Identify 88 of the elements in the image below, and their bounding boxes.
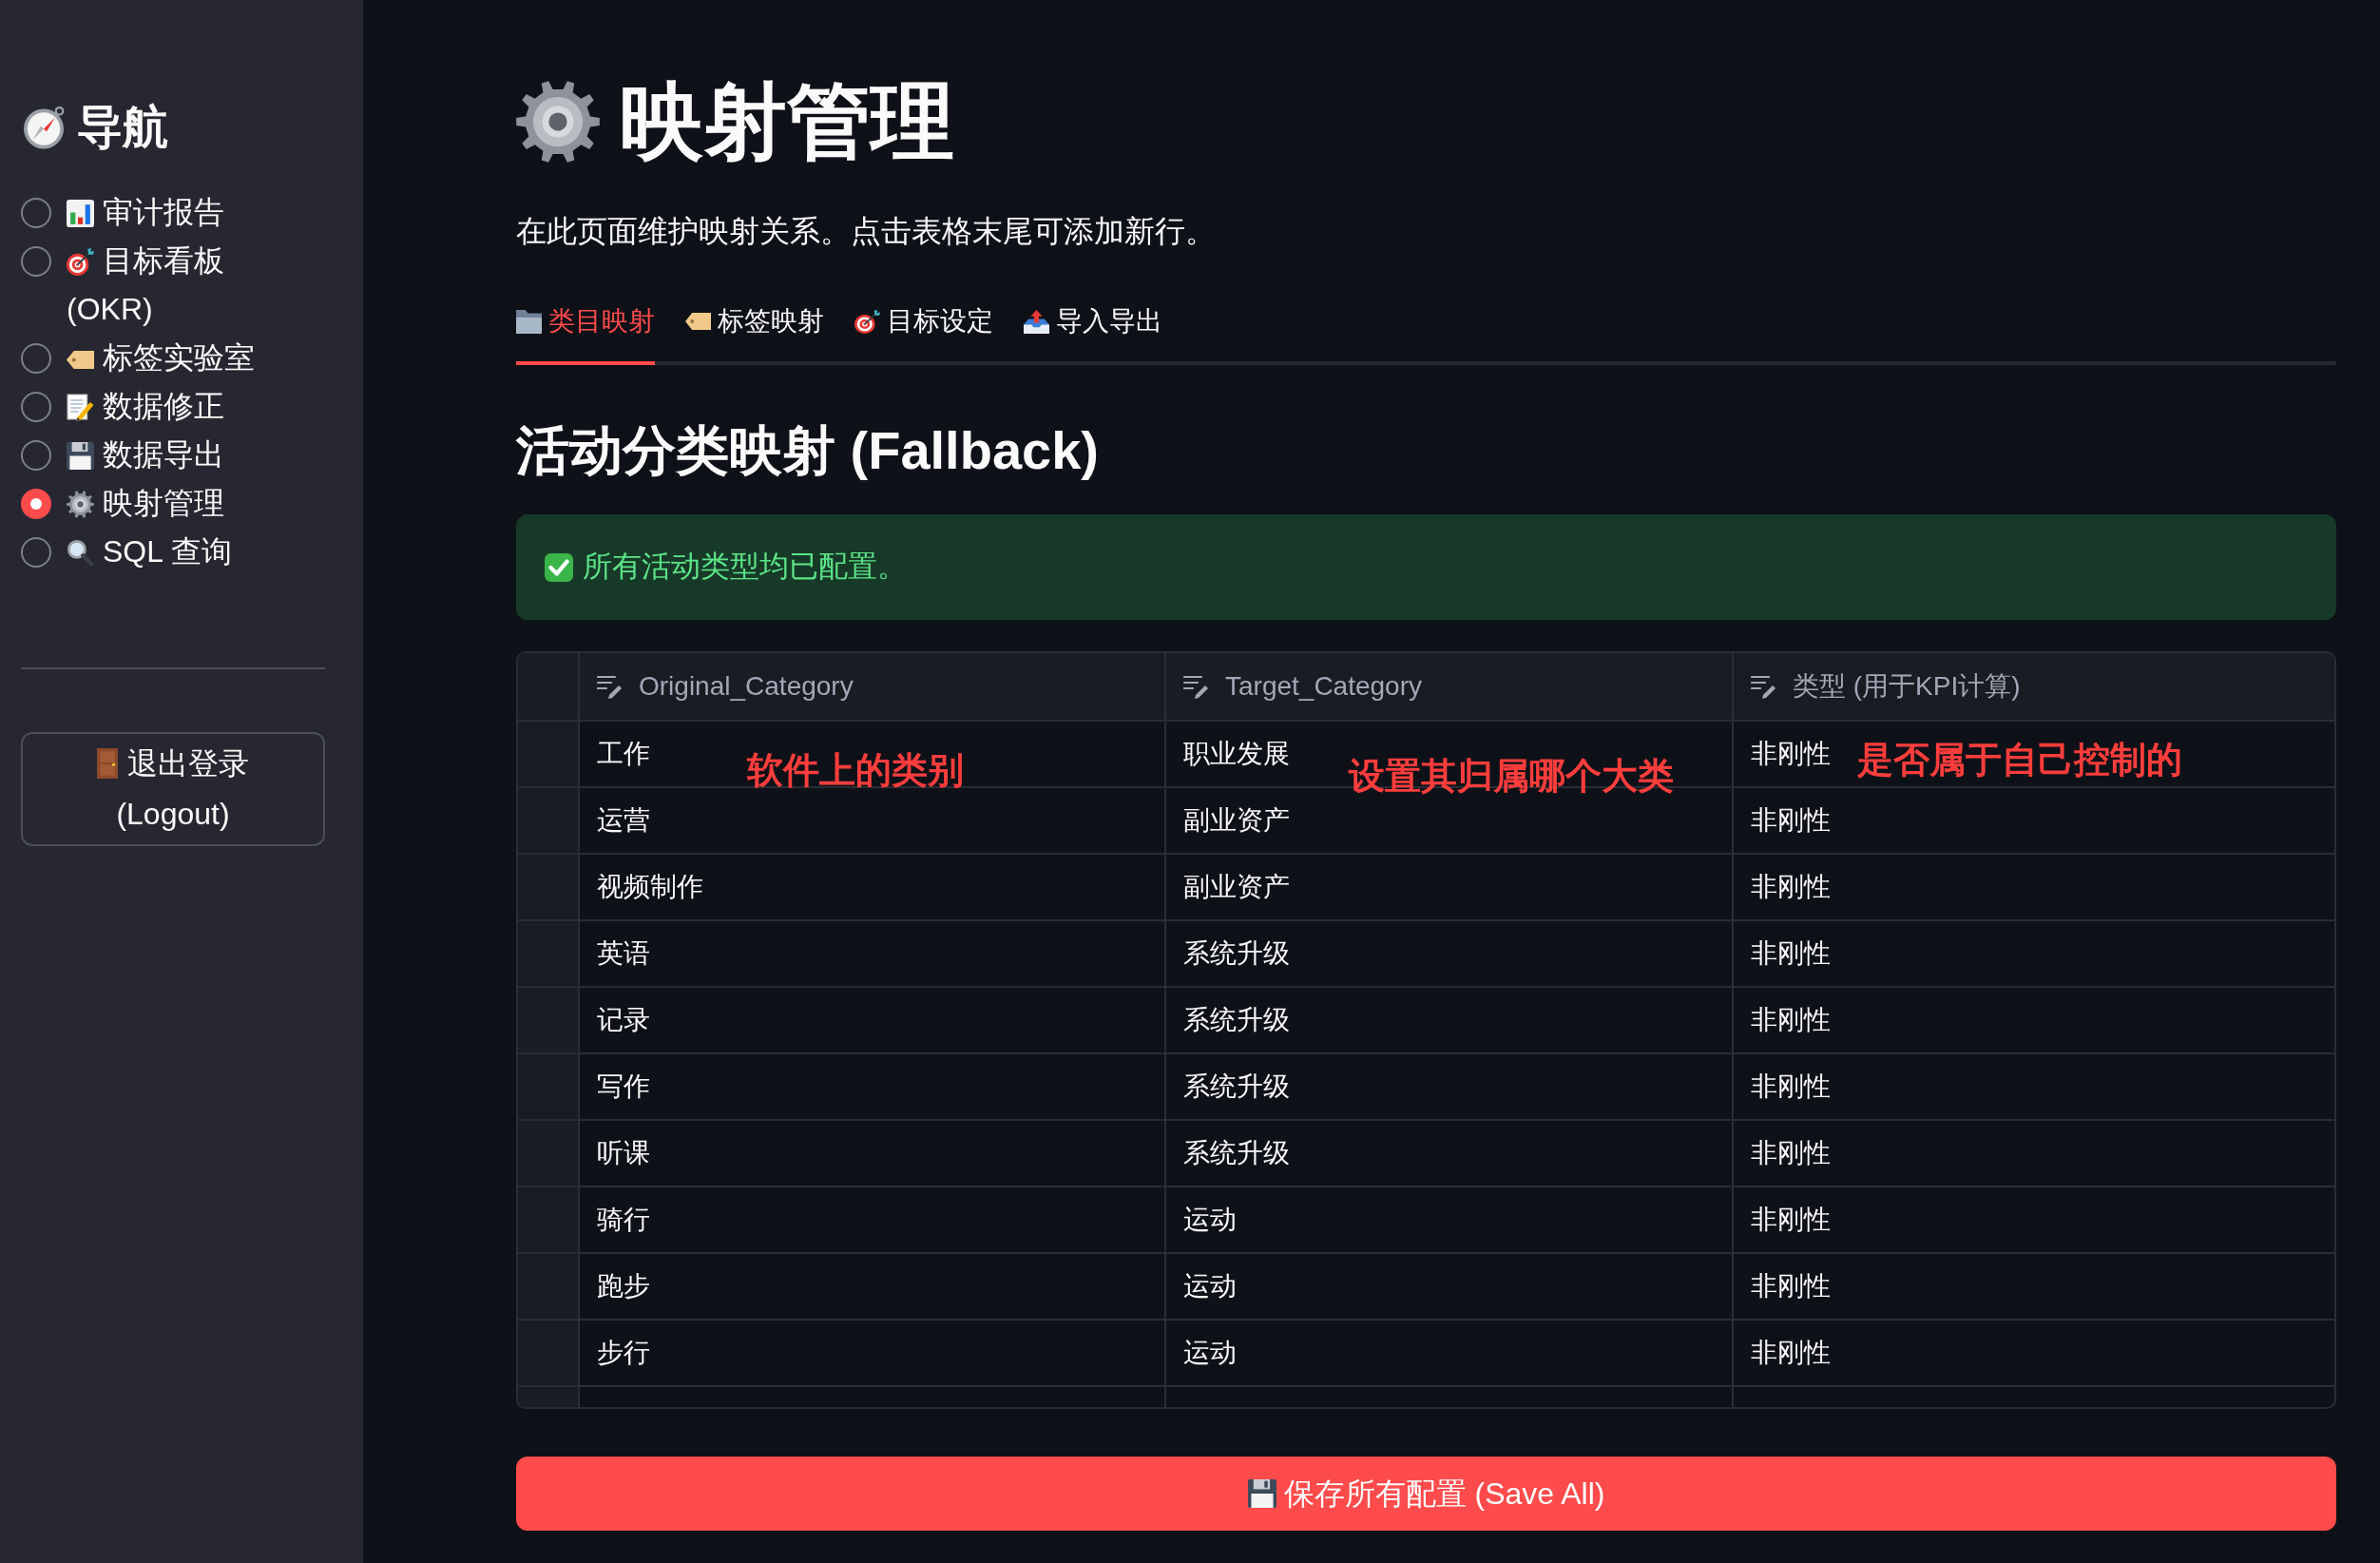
dart-target-icon	[854, 309, 880, 334]
table-value[interactable]: 写作	[597, 1067, 650, 1107]
search-icon	[67, 539, 94, 567]
nav-item[interactable]: SQL 查询	[67, 528, 287, 576]
radio-button[interactable]	[21, 536, 51, 568]
radio-button[interactable]	[21, 391, 51, 422]
row-header[interactable]	[518, 1387, 580, 1407]
tab[interactable]: 导入导出	[1024, 295, 1162, 365]
table-value[interactable]: 系统升级	[1183, 1000, 1290, 1040]
check-icon	[545, 552, 573, 582]
success-message: 所有活动类型均已配置。	[583, 549, 907, 586]
annotation-text: 软件上的类别	[747, 750, 964, 790]
tray-arrow-icon	[1024, 309, 1049, 334]
nav-item[interactable]: 映射管理	[67, 479, 287, 528]
row-header[interactable]	[518, 722, 580, 786]
memo-pencil-icon	[67, 394, 94, 421]
row-header[interactable]	[518, 1254, 580, 1319]
table-value[interactable]: 非刚性	[1751, 1133, 1831, 1173]
table-value[interactable]: 运动	[1183, 1333, 1237, 1373]
row-header[interactable]	[518, 1121, 580, 1186]
table-value[interactable]: 副业资产	[1183, 801, 1290, 840]
table-value[interactable]: 工作	[597, 734, 650, 774]
table-value[interactable]: 运动	[1183, 1200, 1237, 1240]
edit-column-icon	[1751, 674, 1776, 699]
folder-icon	[516, 309, 542, 334]
table-value[interactable]: 记录	[597, 1000, 650, 1040]
table-value[interactable]: 骑行	[597, 1200, 650, 1240]
dart-target-icon	[67, 248, 94, 276]
row-header[interactable]	[518, 1187, 580, 1252]
nav-item[interactable]: 数据导出	[67, 431, 287, 479]
table-value[interactable]: 副业资产	[1183, 867, 1290, 907]
nav-item[interactable]: 目标看板 (OKR)	[67, 237, 287, 334]
table-value[interactable]: 听课	[597, 1133, 650, 1173]
gear-icon	[516, 80, 600, 164]
column-header[interactable]: Target_Category	[1225, 666, 1422, 706]
table-value[interactable]: 英语	[597, 934, 650, 974]
page-description: 在此页面维护映射关系。点击表格末尾可添加新行。	[516, 213, 1217, 250]
annotation-text: 设置其归属哪个大类	[1349, 756, 1674, 796]
row-header[interactable]	[518, 988, 580, 1052]
section-title: 活动分类映射 (Fallback)	[516, 419, 1100, 482]
radio-button[interactable]	[21, 342, 51, 374]
radio-button[interactable]	[21, 488, 51, 519]
row-header[interactable]	[518, 788, 580, 853]
gear-icon	[67, 491, 94, 518]
table-value[interactable]: 运动	[1183, 1266, 1237, 1306]
table-value[interactable]: 视频制作	[597, 867, 703, 907]
table-value[interactable]: 系统升级	[1183, 1133, 1290, 1173]
column-header[interactable]: 类型 (用于KPI计算)	[1793, 666, 2021, 706]
page-title: 映射管理	[620, 73, 954, 170]
door-icon	[97, 748, 118, 779]
tab[interactable]: 目标设定	[854, 295, 993, 365]
row-header[interactable]	[518, 1054, 580, 1119]
table-value[interactable]: 非刚性	[1751, 801, 1831, 840]
table-value[interactable]: 非刚性	[1751, 1333, 1831, 1373]
table-value[interactable]: 非刚性	[1751, 1067, 1831, 1107]
table-value[interactable]: 非刚性	[1751, 734, 1831, 774]
row-header[interactable]	[518, 1321, 580, 1385]
tag-icon	[67, 351, 94, 369]
table-value[interactable]: 跑步	[597, 1266, 650, 1306]
table-value[interactable]: 运营	[597, 801, 650, 840]
bar-chart-icon	[67, 200, 94, 227]
logout-button[interactable]: 退出登录 (Logout)	[21, 732, 325, 846]
edit-column-icon	[1183, 674, 1209, 699]
tab[interactable]: 标签映射	[685, 295, 824, 365]
table-value[interactable]: 非刚性	[1751, 867, 1831, 907]
radio-button[interactable]	[21, 245, 51, 277]
compass-icon	[21, 105, 67, 150]
row-header[interactable]	[518, 921, 580, 986]
table-value[interactable]: 系统升级	[1183, 934, 1290, 974]
nav-item[interactable]: 审计报告	[67, 188, 287, 237]
column-header[interactable]: Original_Category	[639, 666, 854, 706]
table-value[interactable]: 非刚性	[1751, 1000, 1831, 1040]
edit-column-icon	[597, 674, 623, 699]
table-value[interactable]: 非刚性	[1751, 934, 1831, 974]
table-value[interactable]: 职业发展	[1183, 734, 1290, 774]
tag-icon	[685, 313, 711, 330]
row-header[interactable]	[518, 855, 580, 919]
radio-button[interactable]	[21, 439, 51, 471]
table-value[interactable]: 非刚性	[1751, 1266, 1831, 1306]
nav-item[interactable]: 数据修正	[67, 382, 287, 431]
table-value[interactable]: 非刚性	[1751, 1200, 1831, 1240]
annotation-text: 是否属于自己控制的	[1857, 740, 2182, 780]
sidebar-title: 导航	[77, 101, 168, 154]
tab[interactable]: 类目映射	[516, 295, 655, 365]
radio-button[interactable]	[21, 197, 51, 228]
table-value[interactable]: 系统升级	[1183, 1067, 1290, 1107]
nav-item[interactable]: 标签实验室	[67, 334, 287, 382]
table-value[interactable]: 步行	[597, 1333, 650, 1373]
